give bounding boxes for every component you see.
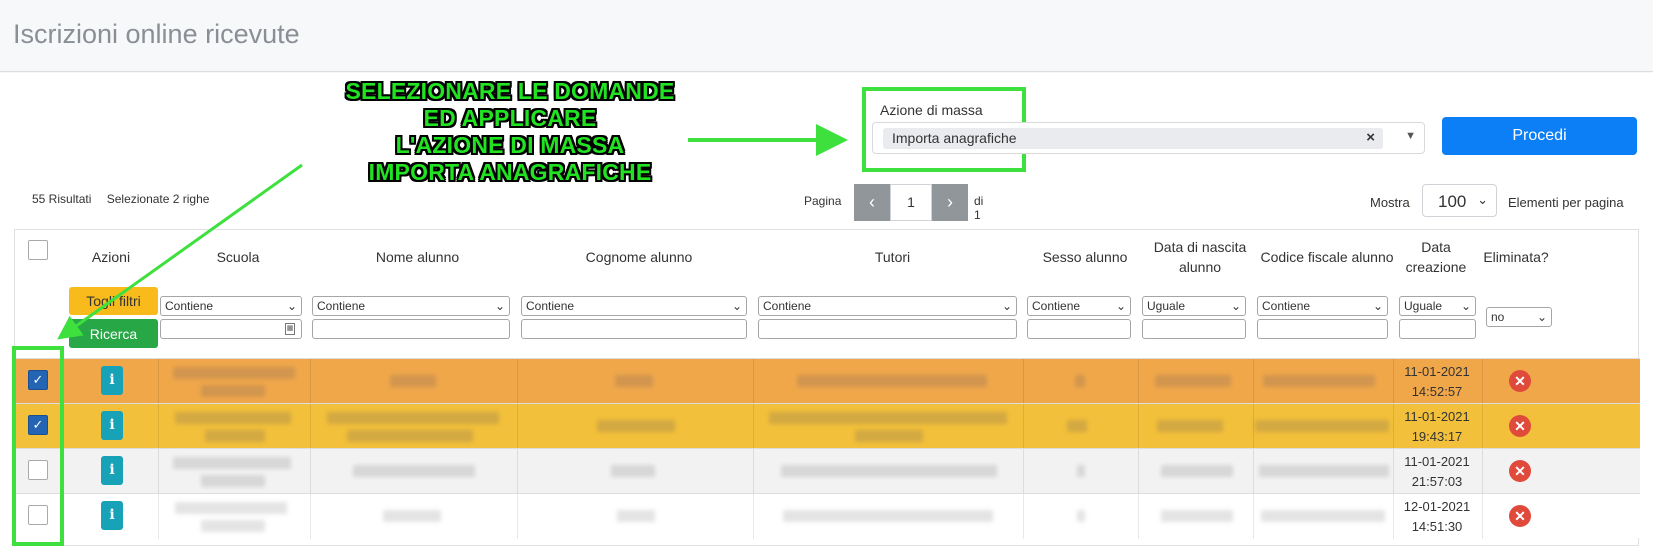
arrow-to-checkboxes [57,163,303,340]
annotation-arrows [57,124,848,340]
